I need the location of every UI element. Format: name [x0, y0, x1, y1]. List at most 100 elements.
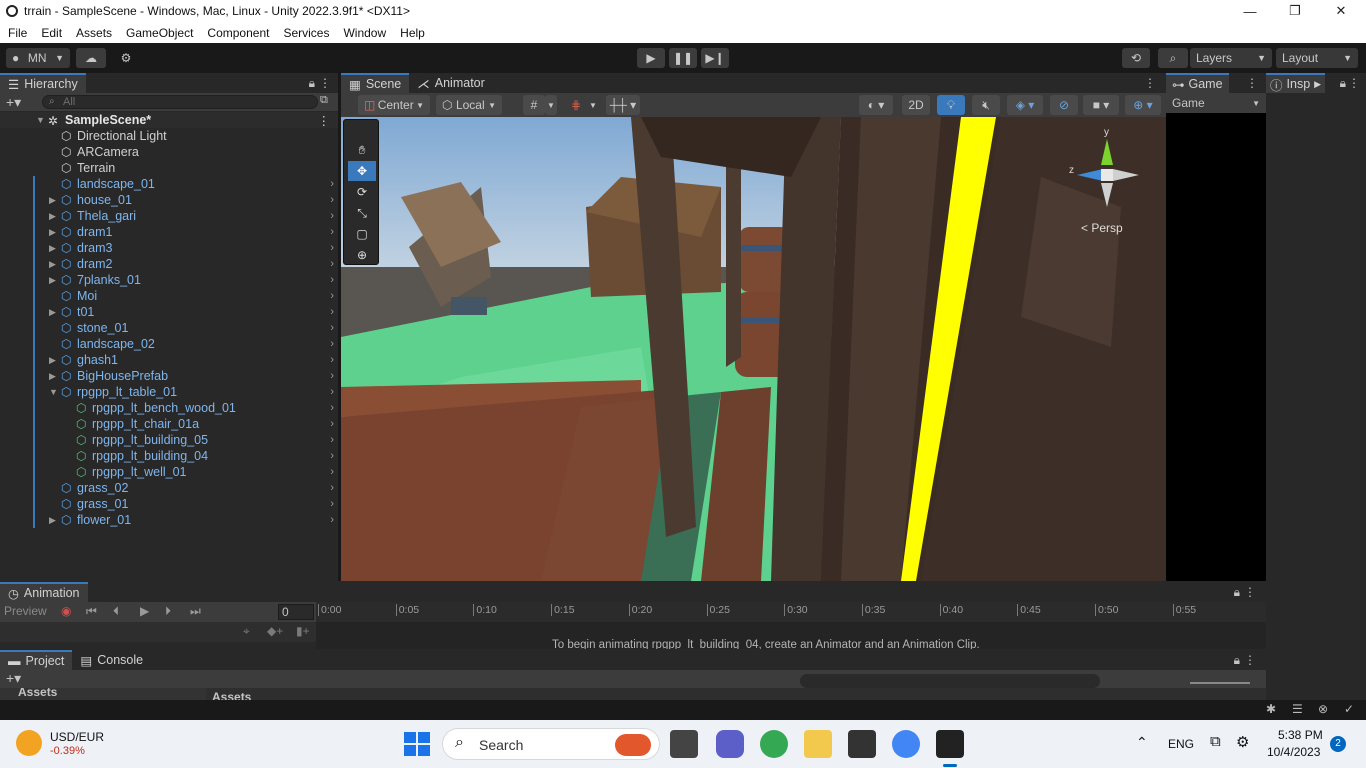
more-icon[interactable]: ⋮: [1348, 76, 1360, 90]
pause-button[interactable]: ❚❚: [669, 48, 697, 68]
hierarchy-item[interactable]: ⬡ rpgpp_lt_chair_01a ›: [0, 416, 338, 432]
chevron-right-icon[interactable]: ›: [330, 290, 334, 302]
orientation-gizmo[interactable]: y z < Persp: [1063, 125, 1143, 235]
chevron-right-icon[interactable]: ›: [330, 514, 334, 526]
hierarchy-item[interactable]: ▶ ⬡ dram1 ›: [0, 224, 338, 240]
assets-breadcrumb[interactable]: Assets: [212, 690, 251, 700]
unity-editor-icon[interactable]: [936, 730, 964, 758]
hierarchy-item[interactable]: ⬡ rpgpp_lt_well_01 ›: [0, 464, 338, 480]
hierarchy-item[interactable]: ⬡ stone_01 ›: [0, 320, 338, 336]
hierarchy-item[interactable]: ⬡ Terrain: [0, 160, 338, 176]
hierarchy-item[interactable]: ⬡ Directional Light: [0, 128, 338, 144]
hierarchy-search-input[interactable]: ⌕ All: [42, 95, 318, 109]
chevron-right-icon[interactable]: ›: [330, 178, 334, 190]
add-icon[interactable]: +▾: [6, 670, 21, 687]
close-button[interactable]: ✕: [1318, 0, 1364, 22]
camera-icon[interactable]: ■ ▾: [1083, 95, 1119, 115]
expand-arrow-icon[interactable]: ▼: [36, 115, 45, 125]
assets-folder[interactable]: Assets: [18, 688, 57, 699]
collab-icon[interactable]: ⚙: [112, 48, 140, 68]
audio-mute-icon[interactable]: 🔇︎: [972, 95, 1000, 115]
hierarchy-item[interactable]: ▶ ⬡ 7planks_01 ›: [0, 272, 338, 288]
tab-game[interactable]: ⊶ Game: [1166, 73, 1229, 93]
play-anim-icon[interactable]: ▶: [140, 604, 149, 618]
tab-scene[interactable]: ▦ Scene: [341, 73, 410, 93]
check-icon[interactable]: ✓: [1344, 702, 1354, 716]
more-icon[interactable]: ⋮: [1246, 76, 1258, 90]
effects-icon[interactable]: ◈ ▾: [1007, 95, 1043, 115]
meet-icon[interactable]: [716, 730, 744, 758]
hand-tool-icon[interactable]: ✋︎: [348, 140, 376, 160]
stocks-icon[interactable]: [16, 730, 42, 756]
chevron-right-icon[interactable]: ›: [330, 322, 334, 334]
layers-dropdown[interactable]: Layers ▼: [1190, 48, 1272, 68]
next-key-icon[interactable]: ⏵: [165, 604, 171, 619]
account-dropdown[interactable]: ● MN ▼: [6, 48, 70, 68]
maximize-button[interactable]: ❐: [1272, 0, 1318, 22]
preview-button[interactable]: Preview: [4, 604, 47, 618]
chrome-icon[interactable]: [760, 730, 788, 758]
rect-tool-icon[interactable]: ▢: [348, 224, 376, 244]
menu-file[interactable]: File: [0, 26, 33, 40]
chevron-right-icon[interactable]: ›: [330, 338, 334, 350]
add-icon[interactable]: +▾: [6, 94, 21, 111]
rotate-tool-icon[interactable]: ⟳: [348, 182, 376, 202]
chevron-right-icon[interactable]: ›: [330, 242, 334, 254]
more-icon[interactable]: ⋮: [318, 113, 331, 128]
hierarchy-item[interactable]: ▶ ⬡ house_01 ›: [0, 192, 338, 208]
tab-console[interactable]: ▤ Console: [72, 650, 151, 670]
chevron-right-icon[interactable]: ›: [330, 498, 334, 510]
expand-arrow-icon[interactable]: ▶: [49, 275, 56, 286]
hierarchy-item[interactable]: ▶ ⬡ dram2 ›: [0, 256, 338, 272]
lock-icon[interactable]: 🔒︎: [1234, 585, 1240, 600]
taskbar-search[interactable]: ⌕ Search: [442, 728, 660, 760]
expand-arrow-icon[interactable]: ▶: [49, 307, 56, 318]
clock-date[interactable]: 10/4/2023: [1267, 745, 1320, 759]
minimize-button[interactable]: —: [1227, 0, 1273, 22]
move-tool-icon[interactable]: ✥: [348, 161, 376, 181]
ticker-label[interactable]: USD/EUR: [50, 730, 104, 744]
hierarchy-item[interactable]: ▶ ⬡ ghash1 ›: [0, 352, 338, 368]
frame-input[interactable]: 0: [278, 604, 314, 620]
record-icon[interactable]: ◉: [61, 604, 71, 618]
tab-project[interactable]: ▬ Project: [0, 650, 73, 670]
chevron-right-icon[interactable]: ›: [330, 210, 334, 222]
last-key-icon[interactable]: ⏭: [190, 604, 201, 619]
history-icon[interactable]: ⟲: [1122, 48, 1150, 68]
hierarchy-item[interactable]: ▼ ⬡ rpgpp_lt_table_01 ›: [0, 384, 338, 400]
display-icon[interactable]: ⧉: [1210, 733, 1221, 750]
space-dropdown[interactable]: ⬡ Local ▼: [436, 95, 502, 115]
hierarchy-item[interactable]: ⬡ rpgpp_lt_bench_wood_01 ›: [0, 400, 338, 416]
hierarchy-item[interactable]: ▶ ⬡ BigHousePrefab ›: [0, 368, 338, 384]
add-event-icon[interactable]: ▮+: [296, 624, 310, 638]
chevron-right-icon[interactable]: ›: [330, 226, 334, 238]
hierarchy-item[interactable]: ⬡ landscape_02 ›: [0, 336, 338, 352]
game-display-dropdown[interactable]: Game ▼: [1166, 93, 1266, 113]
snap-increment-icon[interactable]: ⋕: [565, 95, 587, 115]
hidden-objects-icon[interactable]: ⊘: [1050, 95, 1078, 115]
chevron-right-icon[interactable]: ›: [330, 274, 334, 286]
lock-icon[interactable]: 🔒︎: [1234, 653, 1240, 668]
chevron-right-icon[interactable]: ›: [330, 466, 334, 478]
zoom-slider[interactable]: [1190, 682, 1250, 684]
file-explorer-icon[interactable]: [804, 730, 832, 758]
language-indicator[interactable]: ENG: [1168, 737, 1194, 751]
chevron-up-icon[interactable]: ⌃: [1136, 734, 1148, 751]
menu-help[interactable]: Help: [392, 26, 431, 40]
timeline-ruler[interactable]: 0:00 0:05 0:10 0:15 0:20 0:25 0:30 0:35 0:40 0:45…: [316, 602, 1266, 622]
chevron-down-icon[interactable]: ▼: [545, 95, 557, 115]
layout-dropdown[interactable]: Layout ▼: [1276, 48, 1358, 68]
first-key-icon[interactable]: ⏮: [86, 604, 97, 619]
tab-inspector[interactable]: ⓘ Insp ▶: [1266, 73, 1326, 93]
chevron-right-icon[interactable]: ›: [330, 258, 334, 270]
expand-arrow-icon[interactable]: ▶: [49, 211, 56, 222]
chevron-right-icon[interactable]: ›: [330, 450, 334, 462]
shading-mode-icon[interactable]: ◐ ▾: [859, 95, 893, 115]
more-icon[interactable]: ⋮: [1244, 585, 1256, 599]
scene-search-icon[interactable]: ⧉: [320, 94, 328, 107]
expand-arrow-icon[interactable]: ▼: [49, 387, 58, 397]
clock-time[interactable]: 5:38 PM: [1278, 728, 1323, 742]
grid-snap-icon[interactable]: #: [523, 95, 545, 115]
menu-window[interactable]: Window: [335, 26, 392, 40]
hierarchy-item[interactable]: ▶ ⬡ Thela_gari ›: [0, 208, 338, 224]
